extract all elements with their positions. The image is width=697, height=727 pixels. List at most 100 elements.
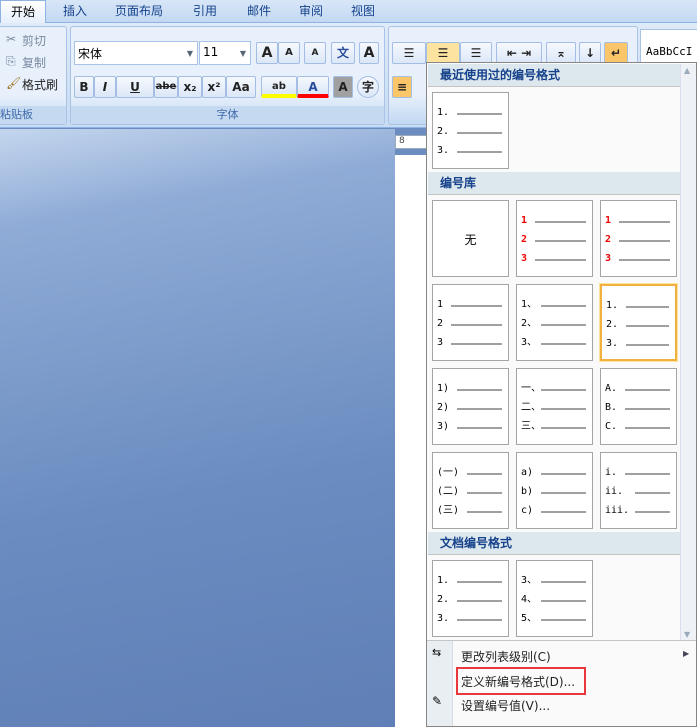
clear-format-button[interactable]: A: [304, 42, 326, 64]
subscript-button[interactable]: x₂: [178, 76, 202, 98]
grow-font-button[interactable]: A: [256, 42, 278, 64]
number-text: 2: [521, 234, 528, 245]
numbering-format-option[interactable]: 1. 2. 3.: [432, 92, 509, 169]
sort-button[interactable]: ↓: [579, 42, 601, 64]
number-text: 1.: [437, 575, 450, 586]
highlight-button[interactable]: ab: [261, 76, 297, 98]
number-text: 1: [437, 299, 444, 310]
number-text: 1): [437, 383, 450, 394]
number-label: 3: [437, 337, 508, 349]
bullets-button[interactable]: ☰: [392, 42, 426, 64]
placeholder-line: [619, 221, 670, 223]
placeholder-line: [457, 408, 502, 410]
number-text: 2.: [437, 126, 450, 137]
placeholder-line: [541, 473, 586, 475]
number-label: 2、: [521, 318, 592, 330]
tab-page-layout[interactable]: 页面布局: [104, 0, 174, 23]
font-name-select[interactable]: 宋体 ▼: [74, 41, 198, 65]
char-border-button[interactable]: A: [359, 42, 379, 64]
change-list-level-item[interactable]: 更改列表级别(C): [461, 648, 551, 665]
number-label: 3、: [521, 575, 592, 587]
show-marks-button[interactable]: ↵: [604, 42, 628, 64]
placeholder-line: [451, 343, 502, 345]
font-size-select[interactable]: 11 ▼: [199, 41, 251, 65]
numbering-format-option[interactable]: 1) 2) 3): [432, 368, 509, 445]
numbering-format-option[interactable]: 1 2 3: [432, 284, 509, 361]
placeholder-line: [535, 221, 586, 223]
clipboard-group: ✂ 剪切 ⎘ 复制 🖌 格式刷 粘贴板: [0, 26, 67, 125]
numbering-format-option[interactable]: 1. 2. 3.: [432, 560, 509, 637]
numbering-format-option[interactable]: 1 2 3: [516, 200, 593, 277]
placeholder-line: [625, 473, 670, 475]
number-label: 3: [605, 253, 676, 265]
placeholder-line: [541, 305, 586, 307]
copy-button[interactable]: 复制: [22, 54, 46, 71]
number-label: 1: [605, 215, 676, 227]
number-text: b): [521, 486, 534, 497]
change-case-button[interactable]: Aa: [226, 76, 256, 98]
font-group-label: 字体: [71, 106, 384, 124]
tab-mailings[interactable]: 邮件: [234, 0, 284, 23]
enclose-char-button[interactable]: 字: [357, 76, 379, 98]
char-shading-button[interactable]: A: [333, 76, 353, 98]
numbering-format-option[interactable]: i. ii. iii.: [600, 452, 677, 529]
numbering-button[interactable]: ☰: [426, 42, 460, 64]
document-formats-header: 文档编号格式: [428, 532, 680, 555]
cut-button[interactable]: 剪切: [22, 32, 46, 49]
format-painter-button[interactable]: 格式刷: [22, 76, 58, 93]
clipboard-label: 粘贴板: [0, 106, 66, 124]
align-left-button[interactable]: ≡: [392, 76, 412, 98]
set-numbering-value-item[interactable]: 设置编号值(V)...: [461, 697, 550, 714]
number-label: 2: [605, 234, 676, 246]
numbering-format-option[interactable]: 无: [432, 200, 509, 277]
numbering-format-option[interactable]: 1 2 3: [600, 200, 677, 277]
number-label: 2.: [437, 126, 508, 138]
define-new-format-item[interactable]: 定义新编号格式(D)...: [461, 673, 575, 690]
number-label: 2: [437, 318, 508, 330]
strikethrough-button[interactable]: abe: [154, 76, 178, 98]
numbering-format-option[interactable]: 3、 4、 5、: [516, 560, 593, 637]
number-label: a): [521, 467, 592, 479]
placeholder-line: [457, 600, 502, 602]
numbering-format-option[interactable]: (一) (二) (三): [432, 452, 509, 529]
placeholder-line: [635, 492, 670, 494]
superscript-button[interactable]: x²: [202, 76, 226, 98]
tab-references[interactable]: 引用: [180, 0, 230, 23]
number-label: 二、: [521, 402, 592, 414]
number-text: 2): [437, 402, 450, 413]
numbering-format-option[interactable]: 1、 2、 3、: [516, 284, 593, 361]
bold-button[interactable]: B: [74, 76, 94, 98]
multilevel-list-button[interactable]: ☰: [460, 42, 492, 64]
number-text: 3: [605, 253, 612, 264]
menu-icon-column: ⇆ ✎: [427, 641, 453, 726]
number-text: 2.: [437, 594, 450, 605]
numbering-format-option[interactable]: 一、 二、 三、: [516, 368, 593, 445]
tab-review[interactable]: 审阅: [286, 0, 336, 23]
number-text: (二): [437, 486, 460, 497]
number-label: 1: [437, 299, 508, 311]
phonetic-guide-button[interactable]: 文: [331, 42, 355, 64]
number-label: 1、: [521, 299, 592, 311]
asian-layout-button[interactable]: ⌅: [546, 42, 576, 64]
number-text: A.: [605, 383, 618, 394]
scrollbar[interactable]: ▲ ▼: [680, 64, 696, 641]
number-label: 1.: [437, 107, 508, 119]
number-label: (二): [437, 486, 508, 498]
scroll-down-icon[interactable]: ▼: [684, 630, 690, 639]
underline-button[interactable]: U: [116, 76, 154, 98]
numbering-format-option[interactable]: 1. 2. 3.: [600, 284, 677, 361]
tab-view[interactable]: 视图: [338, 0, 388, 23]
font-color-button[interactable]: A: [297, 76, 329, 98]
numbering-format-option[interactable]: A. B. C.: [600, 368, 677, 445]
numbering-format-option[interactable]: a) b) c): [516, 452, 593, 529]
number-text: 2: [437, 318, 444, 329]
italic-button[interactable]: I: [94, 76, 116, 98]
scroll-up-icon[interactable]: ▲: [684, 66, 690, 75]
number-label: 1.: [606, 300, 675, 312]
tab-insert[interactable]: 插入: [50, 0, 100, 23]
tab-home[interactable]: 开始: [0, 0, 46, 24]
indent-buttons[interactable]: ⇤ ⇥: [496, 42, 542, 64]
document-background: [0, 129, 395, 727]
placeholder-line: [457, 427, 502, 429]
shrink-font-button[interactable]: A: [278, 42, 300, 64]
